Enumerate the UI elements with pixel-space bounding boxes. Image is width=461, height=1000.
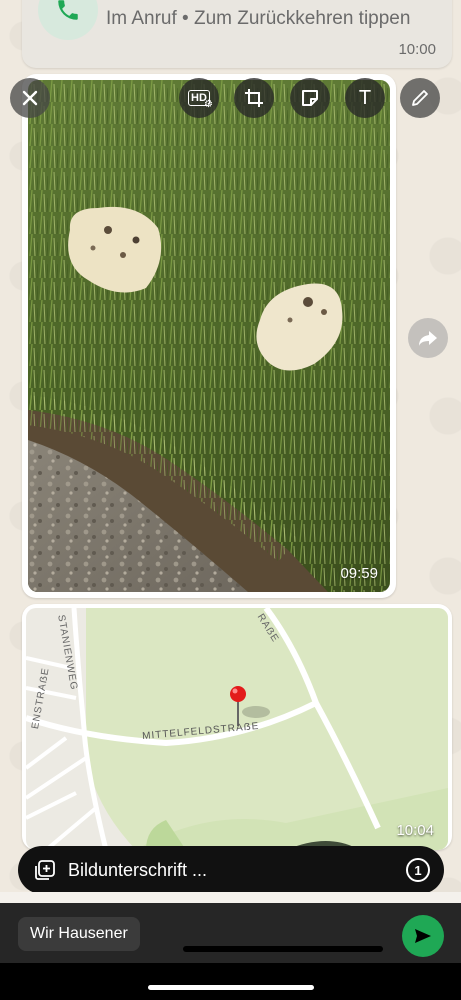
close-icon (22, 90, 38, 106)
add-media-icon[interactable] (34, 859, 56, 881)
text-tool-button[interactable]: T (345, 78, 385, 118)
crop-icon (245, 89, 263, 107)
photo-image[interactable]: 09:59 (28, 80, 390, 592)
media-scrubber-bar[interactable] (183, 946, 383, 952)
hd-quality-button[interactable]: HD ⚙ (179, 78, 219, 118)
draw-button[interactable] (400, 78, 440, 118)
map-timestamp: 10:04 (396, 822, 434, 839)
location-message-bubble[interactable]: STANIENWEG MITTELFELDSTRAẞE RAẞE ENSTRAẞ… (22, 604, 452, 850)
send-bar: Wir Hausener (0, 903, 461, 963)
sticker-icon (302, 90, 318, 106)
settings-gear-icon: ⚙ (204, 99, 213, 110)
send-button[interactable] (402, 915, 444, 957)
view-once-button[interactable]: 1 (406, 858, 430, 882)
crop-button[interactable] (234, 78, 274, 118)
home-area (0, 963, 461, 1000)
caption-input-bar[interactable]: Bildunterschrift ... 1 (18, 846, 444, 894)
photo-timestamp: 09:59 (340, 565, 378, 582)
call-status-text: Im Anruf • Zum Zurückkehren tippen (106, 8, 411, 29)
forward-button[interactable] (408, 318, 448, 358)
call-timestamp: 10:00 (398, 41, 436, 58)
send-icon (415, 929, 431, 943)
forward-icon (419, 331, 437, 346)
phone-icon (58, 0, 78, 20)
recipient-chip[interactable]: Wir Hausener (18, 917, 140, 951)
photo-message-bubble[interactable]: 09:59 (22, 74, 396, 598)
home-indicator[interactable] (148, 985, 314, 990)
sticker-button[interactable] (290, 78, 330, 118)
pencil-icon (412, 90, 428, 106)
ongoing-call-banner[interactable]: Im Anruf • Zum Zurückkehren tippen 10:00 (22, 0, 452, 68)
close-button[interactable] (10, 78, 50, 118)
map-preview[interactable]: STANIENWEG MITTELFELDSTRAẞE RAẞE ENSTRAẞ… (26, 608, 448, 850)
text-icon: T (358, 86, 372, 109)
call-avatar (38, 0, 98, 40)
caption-input[interactable]: Bildunterschrift ... (68, 860, 207, 881)
view-once-icon: 1 (414, 862, 422, 878)
